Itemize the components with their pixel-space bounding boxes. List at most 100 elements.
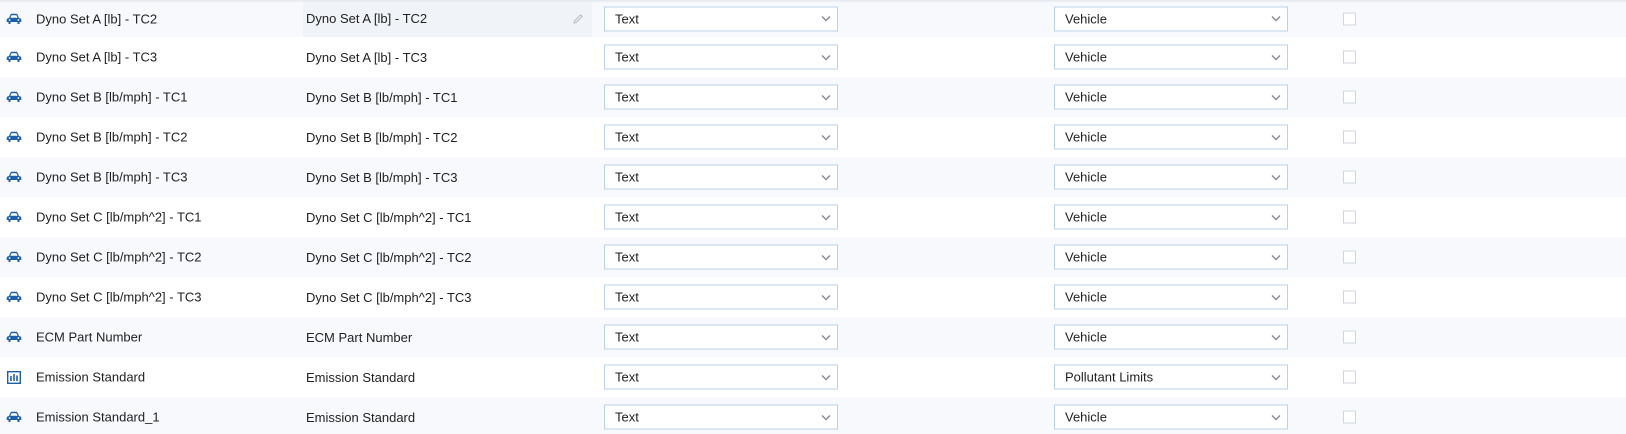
chevron-down-icon[interactable]	[1265, 406, 1287, 429]
type-select[interactable]: Text	[604, 124, 838, 150]
display-name-cell[interactable]: Dyno Set B [lb/mph] - TC3	[306, 157, 592, 197]
display-name-cell[interactable]: Dyno Set C [lb/mph^2] - TC3	[306, 277, 592, 317]
type-select[interactable]: Text	[604, 364, 838, 390]
chevron-down-icon[interactable]	[815, 246, 837, 269]
display-name-cell[interactable]: Dyno Set A [lb] - TC3	[306, 37, 592, 77]
category-select[interactable]: Vehicle	[1054, 404, 1288, 430]
chevron-down-icon[interactable]	[1265, 246, 1287, 269]
type-select-value: Text	[615, 11, 639, 26]
row-checkbox[interactable]	[1343, 290, 1356, 304]
category-select-value: Vehicle	[1065, 11, 1107, 26]
table-row[interactable]: Dyno Set B [lb/mph] - TC3 Dyno Set B [lb…	[0, 157, 1626, 197]
category-select[interactable]: Vehicle	[1054, 164, 1288, 190]
chevron-down-icon[interactable]	[815, 7, 837, 30]
row-checkbox[interactable]	[1343, 250, 1356, 264]
row-checkbox[interactable]	[1343, 90, 1356, 104]
display-name-cell[interactable]: Emission Standard	[306, 357, 592, 397]
display-name-text: Dyno Set B [lb/mph] - TC1	[306, 89, 458, 105]
type-select[interactable]: Text	[604, 284, 838, 310]
chevron-down-icon[interactable]	[815, 46, 837, 69]
channel-rows: Dyno Set A [lb] - TC2 Dyno Set A [lb] - …	[0, 0, 1626, 434]
chevron-down-icon[interactable]	[815, 406, 837, 429]
channel-name: Dyno Set C [lb/mph^2] - TC3	[36, 289, 202, 305]
category-select[interactable]: Vehicle	[1054, 6, 1288, 31]
chevron-down-icon[interactable]	[815, 206, 837, 229]
pencil-icon[interactable]	[572, 13, 584, 25]
display-name-cell[interactable]: Dyno Set C [lb/mph^2] - TC2	[306, 237, 592, 277]
display-name-text: Dyno Set C [lb/mph^2] - TC3	[306, 289, 472, 305]
row-checkbox[interactable]	[1343, 410, 1356, 424]
category-select-value: Vehicle	[1065, 89, 1107, 105]
category-select[interactable]: Pollutant Limits	[1054, 364, 1288, 390]
display-name-cell[interactable]: ECM Part Number	[306, 317, 592, 357]
chevron-down-icon[interactable]	[815, 166, 837, 189]
row-checkbox[interactable]	[1343, 12, 1356, 25]
type-select[interactable]: Text	[604, 164, 838, 190]
table-row[interactable]: Dyno Set A [lb] - TC2 Dyno Set A [lb] - …	[0, 0, 1626, 37]
table-row[interactable]: Emission Standard_1 Emission Standard Te…	[0, 397, 1626, 434]
type-select-value: Text	[615, 49, 639, 65]
type-select-value: Text	[615, 129, 639, 145]
type-select[interactable]: Text	[604, 6, 838, 31]
table-row[interactable]: Dyno Set C [lb/mph^2] - TC2 Dyno Set C […	[0, 237, 1626, 277]
category-select[interactable]: Vehicle	[1054, 124, 1288, 150]
chevron-down-icon[interactable]	[1265, 86, 1287, 109]
category-select[interactable]: Vehicle	[1054, 244, 1288, 270]
chevron-down-icon[interactable]	[815, 86, 837, 109]
type-select[interactable]: Text	[604, 404, 838, 430]
type-select-value: Text	[615, 249, 639, 265]
table-row[interactable]: Dyno Set C [lb/mph^2] - TC3 Dyno Set C […	[0, 277, 1626, 317]
display-name-cell[interactable]: Dyno Set B [lb/mph] - TC2	[306, 117, 592, 157]
category-select-value: Vehicle	[1065, 129, 1107, 145]
display-name-text: Dyno Set A [lb] - TC2	[306, 11, 428, 26]
table-row[interactable]: Emission Standard Emission Standard Text…	[0, 357, 1626, 397]
row-checkbox[interactable]	[1343, 210, 1356, 224]
chevron-down-icon[interactable]	[1265, 166, 1287, 189]
display-name-text: ECM Part Number	[306, 329, 413, 345]
category-select[interactable]: Vehicle	[1054, 204, 1288, 230]
type-select[interactable]: Text	[604, 44, 838, 70]
row-checkbox[interactable]	[1343, 330, 1356, 344]
table-row[interactable]: Dyno Set B [lb/mph] - TC2 Dyno Set B [lb…	[0, 117, 1626, 157]
chevron-down-icon[interactable]	[1265, 326, 1287, 349]
category-select-value: Vehicle	[1065, 249, 1107, 265]
type-select-value: Text	[615, 209, 639, 225]
type-select[interactable]: Text	[604, 324, 838, 350]
type-select[interactable]: Text	[604, 84, 838, 110]
display-name-text: Dyno Set C [lb/mph^2] - TC1	[306, 209, 472, 225]
table-row[interactable]: Dyno Set C [lb/mph^2] - TC1 Dyno Set C […	[0, 197, 1626, 237]
row-checkbox[interactable]	[1343, 370, 1356, 384]
chevron-down-icon[interactable]	[1265, 46, 1287, 69]
category-select[interactable]: Vehicle	[1054, 324, 1288, 350]
display-name-cell[interactable]: Emission Standard	[306, 397, 592, 434]
type-select-value: Text	[615, 369, 639, 385]
chevron-down-icon[interactable]	[815, 366, 837, 389]
chevron-down-icon[interactable]	[815, 326, 837, 349]
chevron-down-icon[interactable]	[1265, 286, 1287, 309]
category-select[interactable]: Vehicle	[1054, 44, 1288, 70]
chevron-down-icon[interactable]	[815, 126, 837, 149]
row-checkbox[interactable]	[1343, 170, 1356, 184]
chevron-down-icon[interactable]	[1265, 126, 1287, 149]
display-name-cell[interactable]: Dyno Set B [lb/mph] - TC1	[306, 77, 592, 117]
car-icon	[6, 290, 22, 304]
chevron-down-icon[interactable]	[1265, 366, 1287, 389]
category-select-value: Vehicle	[1065, 209, 1107, 225]
chevron-down-icon[interactable]	[1265, 206, 1287, 229]
row-checkbox[interactable]	[1343, 50, 1356, 64]
type-select[interactable]: Text	[604, 244, 838, 270]
table-row[interactable]: Dyno Set B [lb/mph] - TC1 Dyno Set B [lb…	[0, 77, 1626, 117]
car-icon	[6, 90, 22, 104]
display-name-cell[interactable]: Dyno Set C [lb/mph^2] - TC1	[306, 197, 592, 237]
type-select[interactable]: Text	[604, 204, 838, 230]
display-name-text: Dyno Set C [lb/mph^2] - TC2	[306, 249, 472, 265]
row-checkbox[interactable]	[1343, 130, 1356, 144]
table-row[interactable]: ECM Part Number ECM Part Number Text Veh…	[0, 317, 1626, 357]
category-select[interactable]: Vehicle	[1054, 84, 1288, 110]
table-row[interactable]: Dyno Set A [lb] - TC3 Dyno Set A [lb] - …	[0, 37, 1626, 77]
chevron-down-icon[interactable]	[1265, 7, 1287, 30]
category-select[interactable]: Vehicle	[1054, 284, 1288, 310]
channel-name: Dyno Set C [lb/mph^2] - TC2	[36, 249, 202, 265]
chevron-down-icon[interactable]	[815, 286, 837, 309]
display-name-cell[interactable]: Dyno Set A [lb] - TC2	[303, 0, 592, 37]
